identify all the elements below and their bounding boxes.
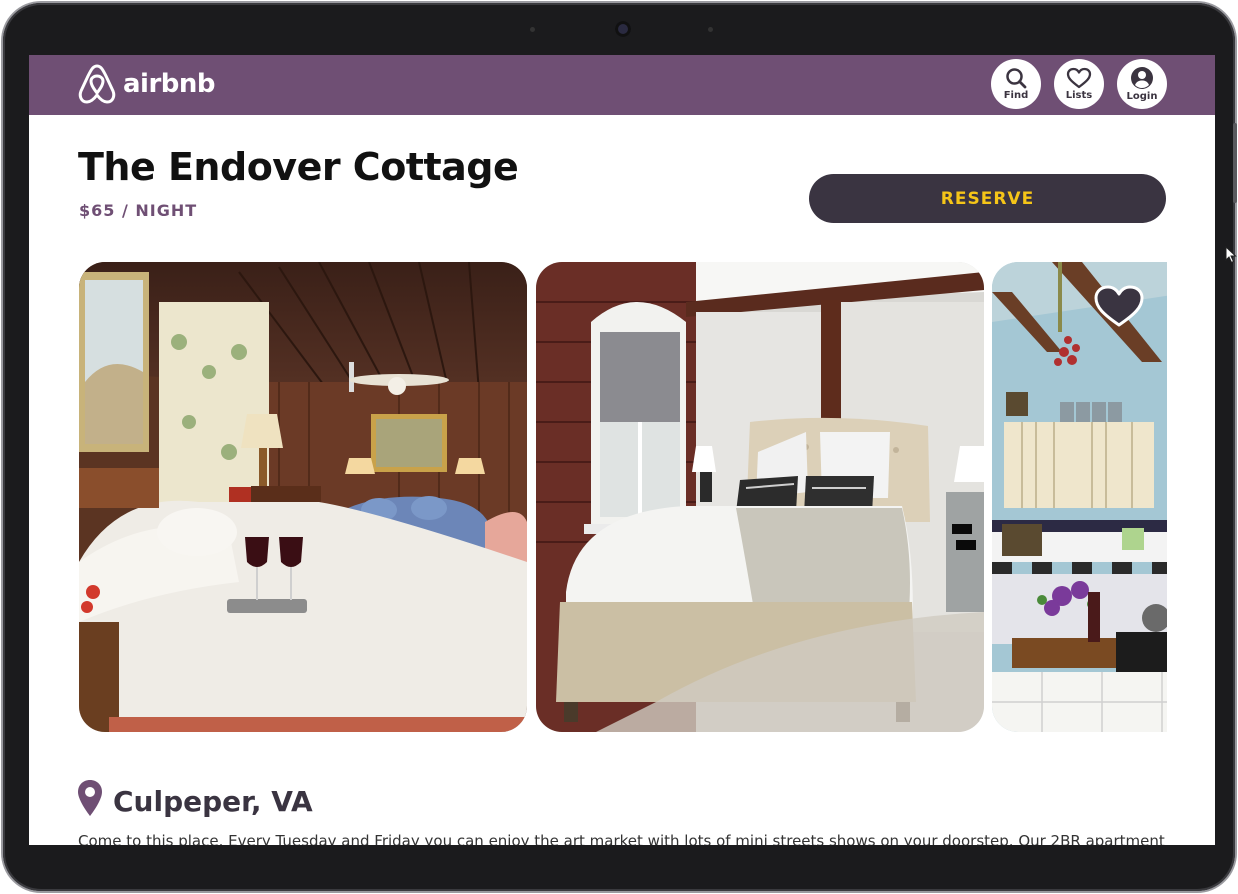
- location-text: Culpeper, VA: [113, 785, 313, 818]
- login-label: Login: [1126, 91, 1158, 102]
- login-button[interactable]: Login: [1117, 59, 1167, 109]
- bedroom-wood-image: [79, 262, 527, 732]
- heart-icon: [1066, 67, 1092, 89]
- logo-text: airbnb: [123, 69, 216, 99]
- airbnb-mark-icon: [78, 64, 116, 104]
- favorite-heart-icon[interactable]: [1093, 284, 1145, 328]
- tablet-frame: airbnb Find Lists Login The Endover Cott…: [3, 3, 1237, 891]
- listing-title: The Endover Cottage: [78, 145, 519, 189]
- bedroom-brick-image: [536, 262, 984, 732]
- listing-description: Come to this place. Every Tuesday and Fr…: [78, 832, 1165, 845]
- side-button: [1233, 123, 1237, 203]
- listing-price: $65 / NIGHT: [79, 201, 198, 220]
- top-nav-bar: airbnb Find Lists Login: [29, 55, 1215, 115]
- user-icon: [1131, 67, 1153, 89]
- kitchen-image: [992, 262, 1167, 732]
- airbnb-logo[interactable]: airbnb: [77, 63, 216, 105]
- sensor-dot: [530, 27, 535, 32]
- photo-gallery[interactable]: [79, 262, 1167, 732]
- app-screen: airbnb Find Lists Login The Endover Cott…: [29, 55, 1215, 845]
- nav-buttons: Find Lists Login: [991, 59, 1167, 109]
- mouse-cursor-icon: [1225, 246, 1237, 264]
- find-button[interactable]: Find: [991, 59, 1041, 109]
- map-pin-icon: [78, 779, 102, 816]
- listing-location: Culpeper, VA: [77, 777, 313, 818]
- photo-bedroom-wood[interactable]: [79, 262, 527, 732]
- photo-kitchen[interactable]: [992, 262, 1167, 732]
- lists-button[interactable]: Lists: [1054, 59, 1104, 109]
- search-icon: [1006, 68, 1027, 89]
- photo-bedroom-brick[interactable]: [536, 262, 984, 732]
- find-label: Find: [1003, 90, 1029, 101]
- lists-label: Lists: [1065, 90, 1093, 101]
- reserve-button[interactable]: RESERVE: [809, 174, 1166, 223]
- camera-icon: [615, 21, 631, 37]
- sensor-dot: [708, 27, 713, 32]
